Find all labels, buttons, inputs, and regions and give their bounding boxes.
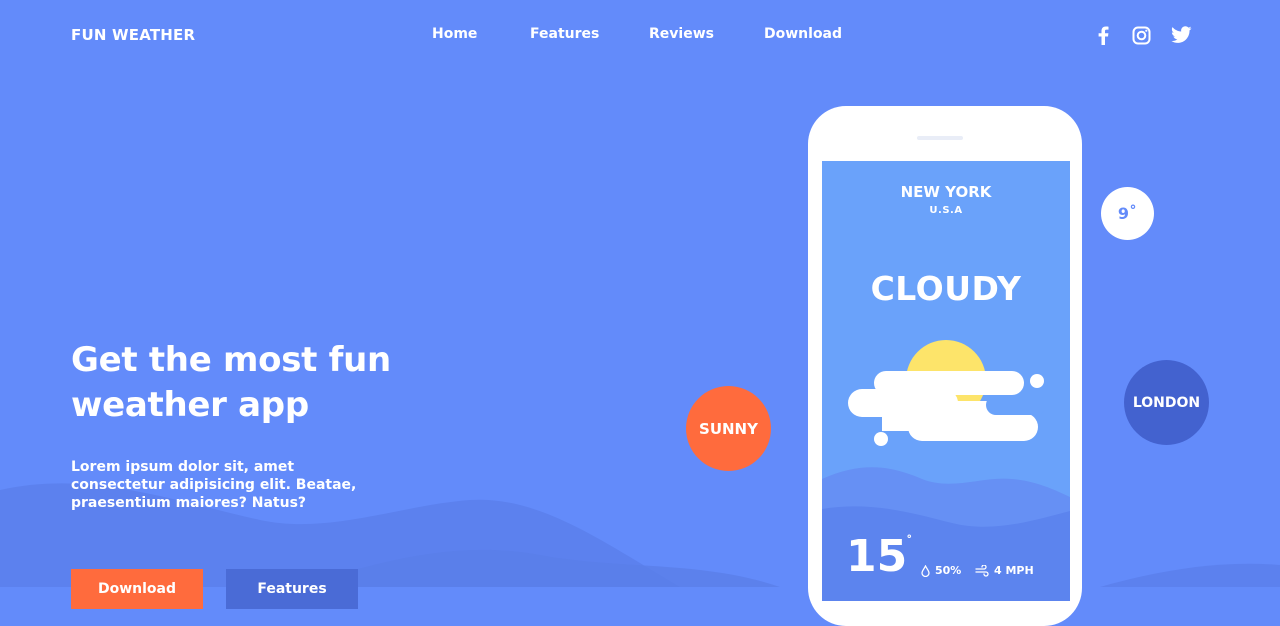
instagram-icon[interactable] bbox=[1130, 24, 1152, 46]
nav-reviews[interactable]: Reviews bbox=[649, 26, 714, 42]
humidity-stat: 50% bbox=[921, 564, 961, 577]
nav-download[interactable]: Download bbox=[764, 26, 842, 42]
weather-condition: CLOUDY bbox=[870, 269, 1022, 308]
hero-title: Get the most fun weather app bbox=[71, 338, 491, 428]
temperature-value: 15 bbox=[846, 531, 908, 582]
wind-icon bbox=[975, 564, 989, 577]
wind-stat: 4 MPH bbox=[975, 564, 1034, 577]
phone-screen: NEW YORK U.S.A CLOUDY 15 ˚ 50% 4 MPH bbox=[822, 161, 1070, 601]
temperature-degree: ˚ bbox=[906, 535, 913, 550]
droplet-icon bbox=[921, 564, 930, 577]
sunny-badge: SUNNY bbox=[686, 386, 771, 471]
temperature-badge: 9˚ bbox=[1101, 187, 1154, 240]
london-badge: LONDON bbox=[1124, 360, 1209, 445]
phone-mockup: NEW YORK U.S.A CLOUDY 15 ˚ 50% 4 MPH bbox=[808, 106, 1082, 626]
city-name: NEW YORK bbox=[900, 183, 992, 201]
brand-logo[interactable]: FUN WEATHER bbox=[71, 26, 195, 44]
phone-speaker bbox=[917, 136, 963, 140]
hero-description: Lorem ipsum dolor sit, amet consectetur … bbox=[71, 459, 357, 511]
features-button[interactable]: Features bbox=[226, 569, 358, 609]
download-button[interactable]: Download bbox=[71, 569, 203, 609]
hero-title-line-2: weather app bbox=[71, 385, 309, 425]
facebook-icon[interactable] bbox=[1092, 24, 1114, 46]
hero-title-line-1: Get the most fun bbox=[71, 340, 391, 380]
nav-home[interactable]: Home bbox=[432, 26, 477, 42]
humidity-value: 50% bbox=[935, 564, 962, 577]
twitter-icon[interactable] bbox=[1170, 24, 1192, 46]
nav-features[interactable]: Features bbox=[530, 26, 599, 42]
country-name: U.S.A bbox=[929, 205, 963, 216]
wind-value: 4 MPH bbox=[994, 564, 1034, 577]
